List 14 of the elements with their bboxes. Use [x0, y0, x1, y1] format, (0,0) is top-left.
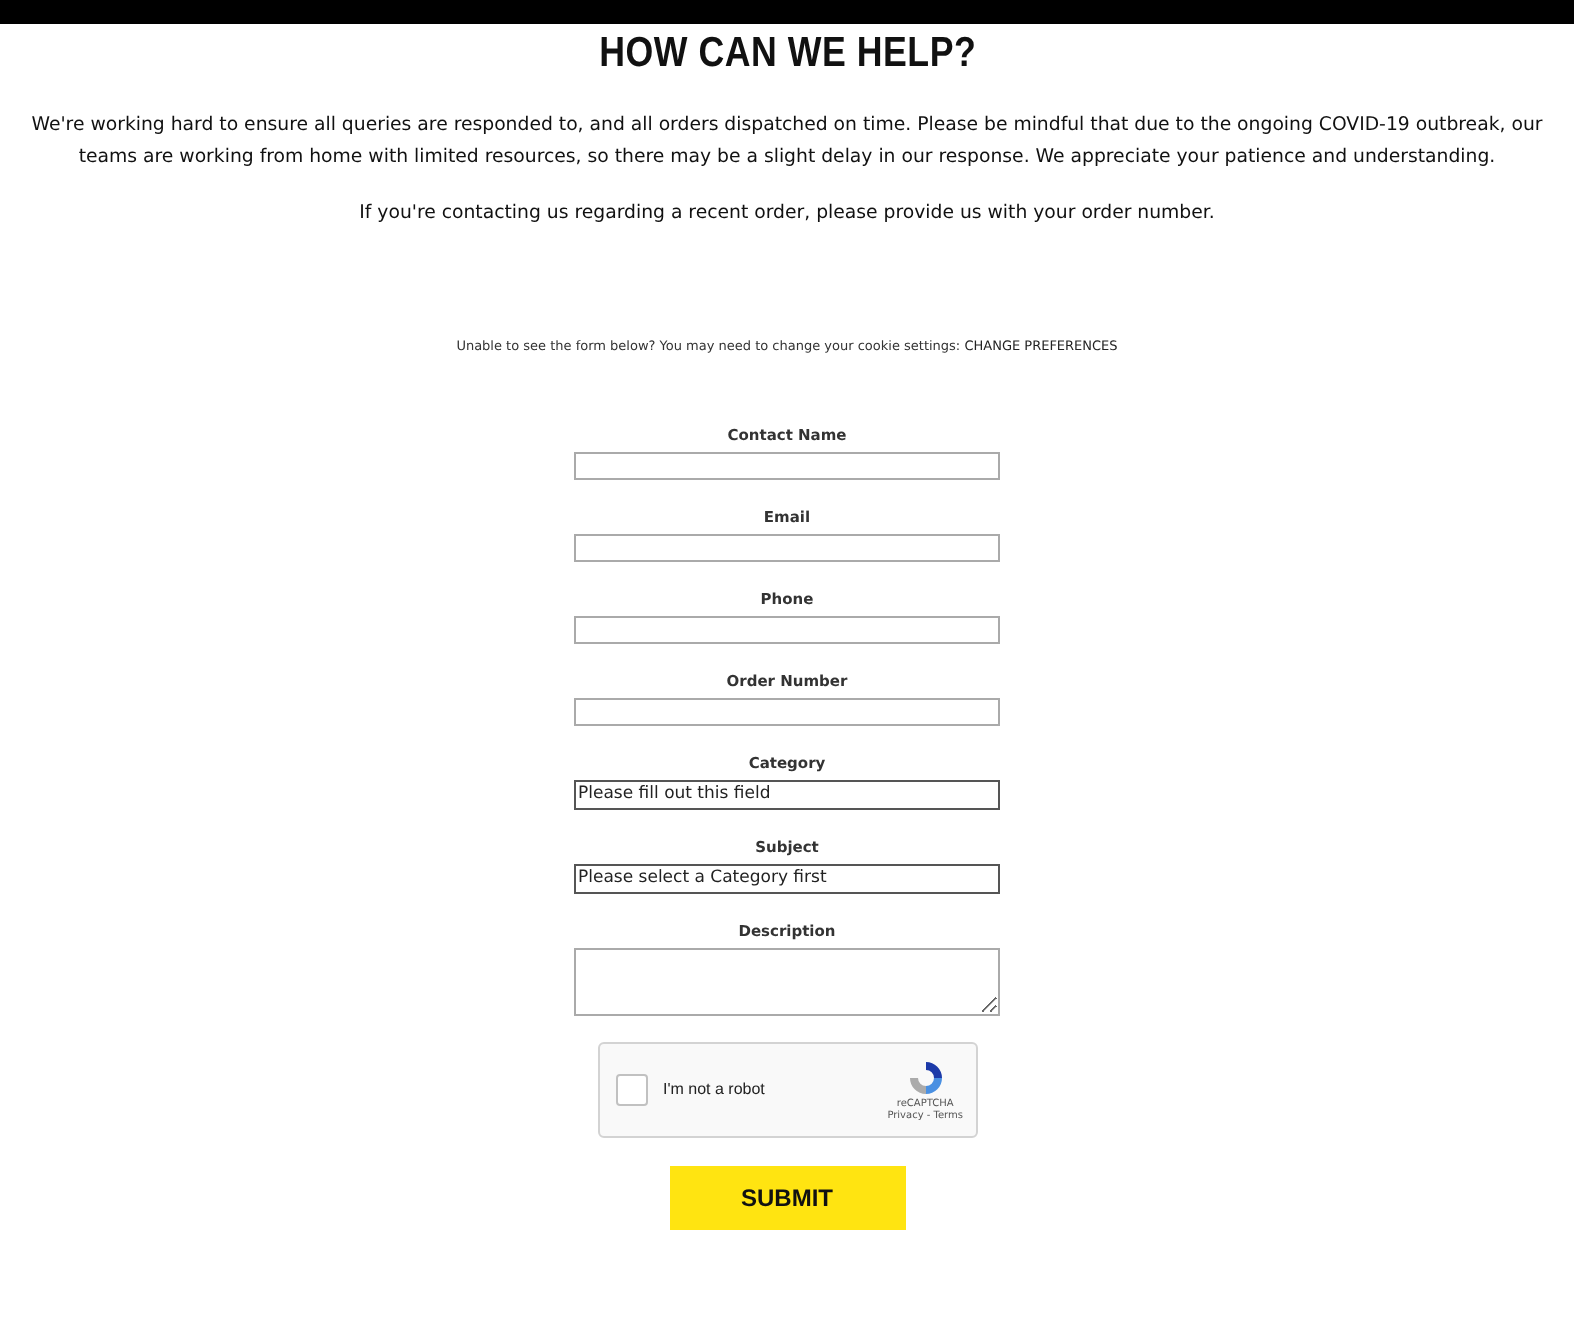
input-field[interactable]: [574, 533, 1000, 561]
input-field[interactable]: [574, 697, 1000, 725]
intro-paragraph: If you're contacting us regarding a recent order, please provide us with your order number.: [357, 200, 1217, 228]
select-field[interactable]: Please select a Category first: [574, 863, 1000, 893]
captcha-checkbox[interactable]: [615, 1073, 647, 1105]
input-field[interactable]: [574, 451, 1000, 479]
captcha-label: I'm not a robot: [663, 1080, 767, 1098]
input-field[interactable]: [574, 615, 1000, 643]
recaptcha-logo-icon: [905, 1057, 946, 1097]
description-field[interactable]: [574, 947, 1000, 1015]
intro-paragraph: We're working hard to ensure all queries are responded to, and all orders dispatched on time. Please be mindful that due to the ongoing COVID-19 outbreak, our teams are working from home with limited resources, so there may be a slight delay in our response. We appreciate your patience and understanding.: [29, 112, 1545, 171]
select-field[interactable]: Please fill out this field: [574, 779, 1000, 809]
page-heading: HOW CAN WE HELP?: [598, 30, 976, 78]
submit-button[interactable]: SUBMIT: [669, 1165, 905, 1229]
